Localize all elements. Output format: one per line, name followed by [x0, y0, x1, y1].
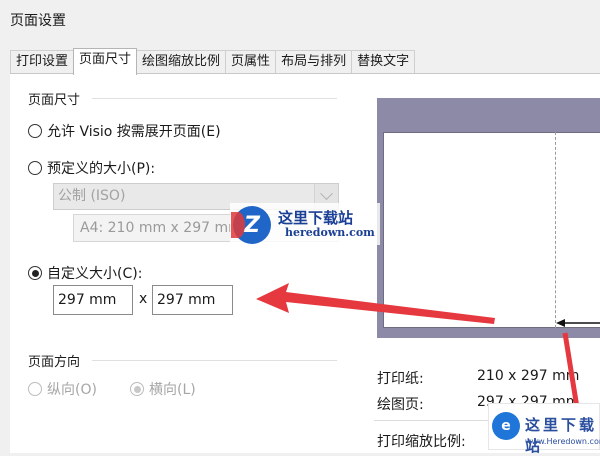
tab-strip: 打印设置 页面尺寸 绘图缩放比例 页属性 布局与排列 替换文字 — [10, 48, 416, 75]
radio-custom[interactable] — [28, 266, 42, 280]
drawing-size-label: 绘图页: — [377, 397, 424, 413]
tab-page-size[interactable]: 页面尺寸 — [73, 48, 138, 75]
watermark-bottom: e 这里下载站 www.Heredown.com — [488, 403, 600, 455]
option-predefined-row[interactable]: 预定义的大小(P): — [28, 158, 155, 178]
watermark-url: www.Heredown.com — [525, 437, 600, 446]
radio-landscape[interactable] — [130, 382, 144, 396]
group-divider — [92, 98, 337, 99]
option-portrait-row[interactable]: 纵向(O) — [28, 379, 97, 399]
option-expand-row[interactable]: 允许 Visio 按需展开页面(E) — [28, 121, 221, 141]
watermark-name: 这里下载站 — [278, 209, 354, 227]
tab-drawing-scale[interactable]: 绘图缩放比例 — [136, 50, 227, 74]
tab-alt-text[interactable]: 替换文字 — [351, 50, 416, 74]
predefined-standard-value: 公制 (ISO) — [58, 188, 126, 204]
radio-portrait[interactable] — [28, 382, 42, 396]
option-portrait-label: 纵向(O) — [47, 382, 97, 398]
radio-predefined[interactable] — [28, 161, 42, 175]
watermark-logo-icon: e — [492, 412, 520, 440]
option-landscape-label: 横向(L) — [149, 382, 196, 398]
orientation-group-title: 页面方向 — [28, 355, 81, 370]
group-divider — [92, 360, 337, 361]
option-expand-label: 允许 Visio 按需展开页面(E) — [47, 124, 221, 140]
watermark-logo-icon: Z — [231, 206, 271, 244]
dialog-title: 页面设置 — [10, 13, 66, 29]
paper-size-value: 210 x 297 mm — [477, 368, 580, 384]
page-preview-sheet — [383, 132, 600, 328]
option-landscape-row[interactable]: 横向(L) — [130, 379, 196, 399]
custom-height-input[interactable]: 297 mm — [152, 285, 233, 315]
tab-layout-routing[interactable]: 布局与排列 — [275, 50, 353, 74]
watermark-top: Z 这里下载站 heredown.com — [230, 203, 380, 245]
tab-page-properties[interactable]: 页属性 — [225, 50, 277, 74]
tab-print-setup[interactable]: 打印设置 — [10, 50, 75, 74]
option-custom-row[interactable]: 自定义大小(C): — [28, 263, 142, 283]
print-scale-label: 打印缩放比例: — [377, 434, 466, 450]
dimension-separator: x — [139, 291, 148, 307]
watermark-url: heredown.com — [285, 226, 375, 239]
page-break-line — [555, 132, 556, 328]
page-size-group-title: 页面尺寸 — [28, 93, 81, 108]
dialog-titlebar: 页面设置 — [0, 0, 600, 40]
option-custom-label: 自定义大小(C): — [47, 266, 143, 282]
option-predefined-label: 预定义的大小(P): — [47, 161, 156, 177]
predefined-size-value: A4: 210 mm x 297 mm — [80, 220, 242, 236]
radio-expand[interactable] — [28, 124, 42, 138]
custom-width-input[interactable]: 297 mm — [53, 285, 133, 315]
paper-size-label: 打印纸: — [377, 371, 424, 387]
